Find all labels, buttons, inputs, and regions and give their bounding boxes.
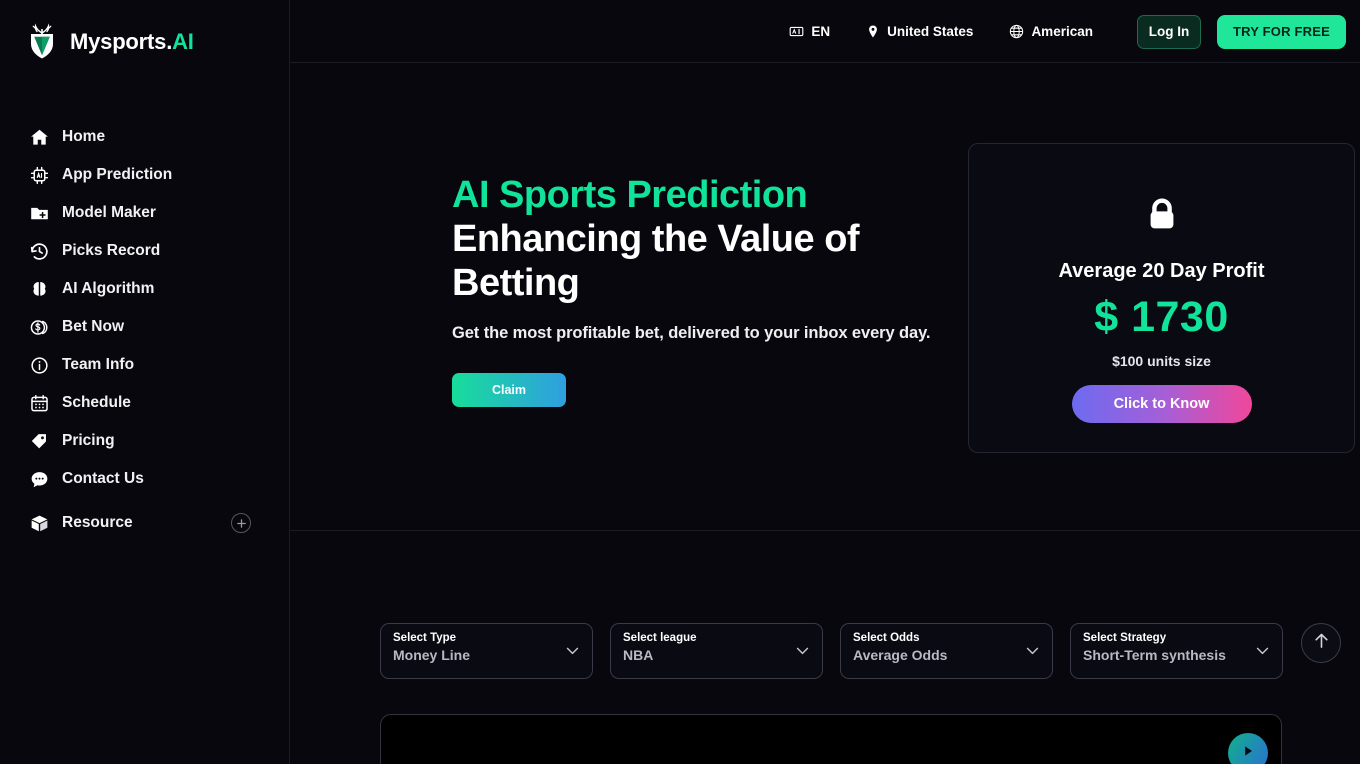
claim-button[interactable]: Claim [452, 373, 566, 407]
chevron-down-icon[interactable] [1026, 642, 1039, 660]
filter-select-odds[interactable]: Select Odds Average Odds [840, 623, 1053, 679]
chevron-down-icon[interactable] [1256, 642, 1269, 660]
filter-select-league[interactable]: Select league NBA [610, 623, 823, 679]
ai-chip-icon [28, 164, 50, 186]
try-for-free-button[interactable]: TRY FOR FREE [1216, 14, 1346, 49]
sidebar-item-label: AI Algorithm [62, 280, 155, 297]
arrow-up-icon [1313, 631, 1330, 655]
home-icon [28, 126, 50, 148]
profit-card-title: Average 20 Day Profit [1058, 260, 1265, 282]
sidebar-item-team-info[interactable]: Team Info [0, 346, 290, 384]
region-selector[interactable]: United States [866, 24, 973, 39]
filter-label: Select Strategy [1083, 632, 1167, 644]
top-bar: EN United States American Log In TRY FOR… [290, 0, 1360, 63]
brand-name-main: Mysports. [70, 29, 173, 54]
hero-title-accent: AI Sports Prediction [452, 174, 808, 216]
sidebar-item-label: Bet Now [62, 318, 124, 335]
profit-card-amount: $ 1730 [1094, 293, 1229, 341]
brain-icon [28, 278, 50, 300]
hero-title-line2: Enhancing the Value of [452, 218, 860, 260]
sidebar-item-label: Schedule [62, 394, 131, 411]
filter-bar: Select Type Money Line Select league NBA… [380, 623, 1283, 679]
filter-select-type[interactable]: Select Type Money Line [380, 623, 593, 679]
translate-icon [789, 24, 804, 39]
sidebar-item-picks-record[interactable]: Picks Record [0, 232, 290, 270]
location-pin-icon [866, 24, 880, 39]
price-tag-icon [28, 430, 50, 452]
profit-card-units: $100 units size [1112, 353, 1211, 369]
sidebar-item-label: Resource [62, 514, 133, 531]
filter-label: Select league [623, 632, 697, 644]
sidebar-item-home[interactable]: Home [0, 118, 290, 156]
sidebar-item-label: Pricing [62, 432, 115, 449]
sidebar-item-app-prediction[interactable]: App Prediction [0, 156, 290, 194]
sidebar-item-label: App Prediction [62, 166, 173, 183]
odds-format-selector[interactable]: American [1009, 24, 1093, 39]
filter-select-strategy[interactable]: Select Strategy Short-Term synthesis [1070, 623, 1283, 679]
filter-value: Money Line [393, 647, 471, 663]
sidebar-item-label: Home [62, 128, 106, 145]
sidebar-nav: Home App Prediction Model Maker Picks Re… [0, 118, 290, 542]
media-panel [380, 714, 1282, 764]
language-label: EN [811, 24, 831, 39]
brand-name: Mysports.AI [70, 29, 194, 55]
lock-icon [1139, 192, 1185, 243]
sidebar-item-label: Contact Us [62, 470, 144, 487]
filter-label: Select Odds [853, 632, 920, 644]
sidebar-item-label: Team Info [62, 356, 135, 373]
folder-plus-icon [28, 202, 50, 224]
filter-value: Average Odds [853, 647, 948, 663]
brand-name-accent: AI [172, 29, 194, 54]
filter-value: Short-Term synthesis [1083, 647, 1226, 663]
play-icon [1240, 743, 1256, 764]
filter-value: NBA [623, 647, 654, 663]
sidebar: Mysports.AI Home App Prediction Model Ma… [0, 0, 290, 764]
stag-shield-logo-icon [31, 23, 53, 59]
chevron-down-icon[interactable] [796, 642, 809, 660]
chevron-down-icon[interactable] [566, 642, 579, 660]
language-selector[interactable]: EN [789, 24, 830, 39]
clock-history-icon [28, 240, 50, 262]
globe-icon [1009, 24, 1024, 39]
hero-copy: AI Sports Prediction Enhancing the Value… [452, 173, 972, 407]
sidebar-item-resource[interactable]: Resource [0, 504, 290, 542]
page-title: AI Sports Prediction Enhancing the Value… [452, 173, 972, 305]
sidebar-item-label: Picks Record [62, 242, 161, 259]
top-bar-actions: EN United States American Log In TRY FOR… [789, 0, 1346, 63]
plus-circle-icon[interactable] [231, 513, 251, 533]
sidebar-item-model-maker[interactable]: Model Maker [0, 194, 290, 232]
click-to-know-button[interactable]: Click to Know [1071, 385, 1252, 423]
info-circle-icon [28, 354, 50, 376]
hero-section: AI Sports Prediction Enhancing the Value… [290, 63, 1360, 531]
sidebar-item-schedule[interactable]: Schedule [0, 384, 290, 422]
sidebar-item-bet-now[interactable]: Bet Now [0, 308, 290, 346]
sidebar-item-ai-algorithm[interactable]: AI Algorithm [0, 270, 290, 308]
scroll-to-top-button[interactable] [1301, 623, 1341, 663]
box-icon [28, 512, 50, 534]
login-button[interactable]: Log In [1136, 14, 1201, 49]
sidebar-item-pricing[interactable]: Pricing [0, 422, 290, 460]
hero-subtitle: Get the most profitable bet, delivered t… [452, 324, 931, 342]
profit-card: Average 20 Day Profit $ 1730 $100 units … [968, 143, 1355, 453]
coin-dollar-icon [28, 316, 50, 338]
sidebar-item-label: Model Maker [62, 204, 156, 221]
region-label: United States [887, 24, 974, 39]
chat-bubble-icon [28, 468, 50, 490]
filter-label: Select Type [393, 632, 457, 644]
sidebar-item-contact-us[interactable]: Contact Us [0, 460, 290, 498]
play-button[interactable] [1228, 733, 1268, 764]
calendar-icon [28, 392, 50, 414]
odds-format-label: American [1031, 24, 1093, 39]
brand-logo[interactable]: Mysports.AI [22, 22, 194, 62]
hero-title-line3: Betting [452, 262, 580, 304]
